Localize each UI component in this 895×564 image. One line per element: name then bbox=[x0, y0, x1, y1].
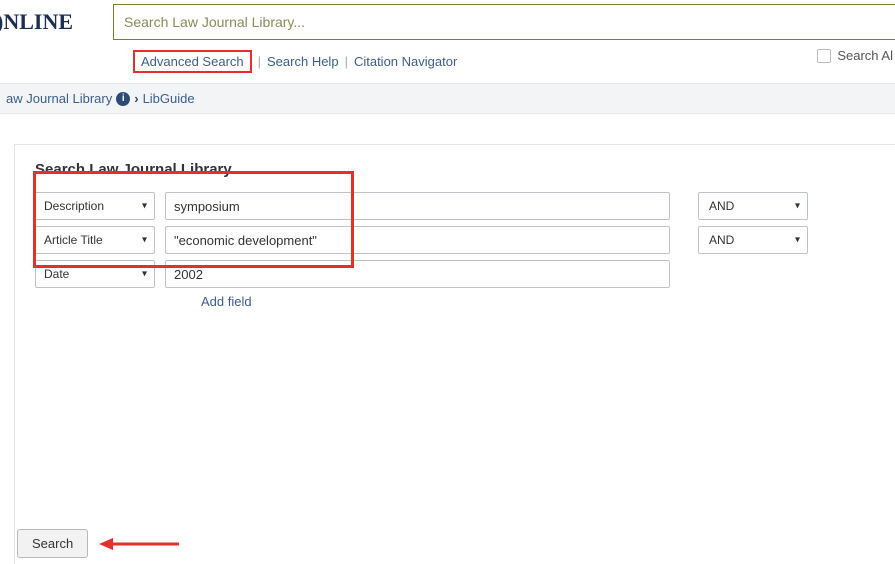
search-row: Date ▾ bbox=[35, 260, 875, 288]
breadcrumb-libguide[interactable]: LibGuide bbox=[143, 91, 195, 106]
separator: | bbox=[345, 54, 348, 69]
field-select-2[interactable]: Date bbox=[35, 260, 155, 288]
field-select-0[interactable]: Description bbox=[35, 192, 155, 220]
top-bar: )NLINE bbox=[0, 0, 895, 44]
search-button[interactable]: Search bbox=[17, 529, 88, 558]
advanced-search-highlight: Advanced Search bbox=[133, 50, 252, 73]
value-input-0[interactable] bbox=[165, 192, 670, 220]
advanced-search-link[interactable]: Advanced Search bbox=[141, 54, 244, 69]
field-select-1[interactable]: Article Title bbox=[35, 226, 155, 254]
value-input-1[interactable] bbox=[165, 226, 670, 254]
search-row: Article Title ▾ AND ▾ bbox=[35, 226, 875, 254]
citation-navigator-link[interactable]: Citation Navigator bbox=[354, 54, 457, 69]
breadcrumb-library[interactable]: aw Journal Library bbox=[6, 91, 112, 106]
sub-nav: Advanced Search | Search Help | Citation… bbox=[0, 44, 895, 83]
separator: | bbox=[258, 54, 261, 69]
search-all-toggle[interactable]: Search Al bbox=[817, 48, 893, 63]
arrow-icon bbox=[99, 536, 179, 552]
logo: )NLINE bbox=[0, 3, 85, 41]
global-search-box[interactable] bbox=[113, 4, 895, 40]
value-input-2[interactable] bbox=[165, 260, 670, 288]
search-row: Description ▾ AND ▾ bbox=[35, 192, 875, 220]
bool-select-1[interactable]: AND bbox=[698, 226, 808, 254]
bool-select-0[interactable]: AND bbox=[698, 192, 808, 220]
chevron-right-icon: › bbox=[134, 91, 138, 106]
search-all-label: Search Al bbox=[837, 48, 893, 63]
info-icon[interactable]: i bbox=[116, 92, 130, 106]
search-help-link[interactable]: Search Help bbox=[267, 54, 339, 69]
breadcrumb: aw Journal Library i › LibGuide bbox=[0, 83, 895, 114]
add-field-link[interactable]: Add field bbox=[201, 294, 875, 309]
search-panel: Search Law Journal Library Description ▾… bbox=[14, 144, 895, 564]
global-search-input[interactable] bbox=[124, 14, 885, 30]
search-all-checkbox[interactable] bbox=[817, 49, 831, 63]
panel-title: Search Law Journal Library bbox=[35, 161, 875, 178]
